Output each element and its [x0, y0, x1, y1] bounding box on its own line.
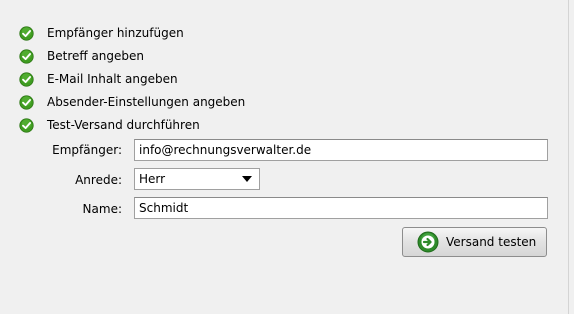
- chevron-down-icon[interactable]: [242, 176, 252, 182]
- step-label: Empfänger hinzufügen: [47, 26, 184, 40]
- recipient-label: Empfänger:: [52, 143, 122, 157]
- name-label: Name:: [82, 202, 122, 216]
- salutation-label: Anrede:: [75, 173, 122, 187]
- recipient-input[interactable]: [134, 139, 548, 161]
- check-icon: [19, 94, 34, 110]
- name-input[interactable]: [134, 197, 548, 219]
- test-send-button-label: Versand testen: [446, 235, 537, 249]
- step-test-send: Test-Versand durchführen: [19, 117, 200, 133]
- arrow-right-circle-icon: [417, 231, 439, 253]
- check-icon: [19, 71, 34, 87]
- step-subject: Betreff angeben: [19, 48, 144, 64]
- check-icon: [19, 48, 34, 64]
- check-icon: [19, 117, 34, 133]
- step-email-content: E-Mail Inhalt angeben: [19, 71, 178, 87]
- check-icon: [19, 25, 34, 41]
- test-send-panel: Empfänger hinzufügen Betreff angeben E-M…: [0, 0, 569, 314]
- step-label: Betreff angeben: [47, 49, 145, 63]
- salutation-value: Herr: [139, 172, 166, 186]
- step-sender-settings: Absender-Einstellungen angeben: [19, 94, 245, 110]
- step-label: E-Mail Inhalt angeben: [47, 72, 178, 86]
- step-label: Test-Versand durchführen: [47, 118, 200, 132]
- salutation-select[interactable]: Herr: [134, 168, 260, 190]
- step-label: Absender-Einstellungen angeben: [47, 95, 246, 109]
- test-send-button[interactable]: Versand testen: [402, 227, 547, 257]
- step-add-recipients: Empfänger hinzufügen: [19, 25, 184, 41]
